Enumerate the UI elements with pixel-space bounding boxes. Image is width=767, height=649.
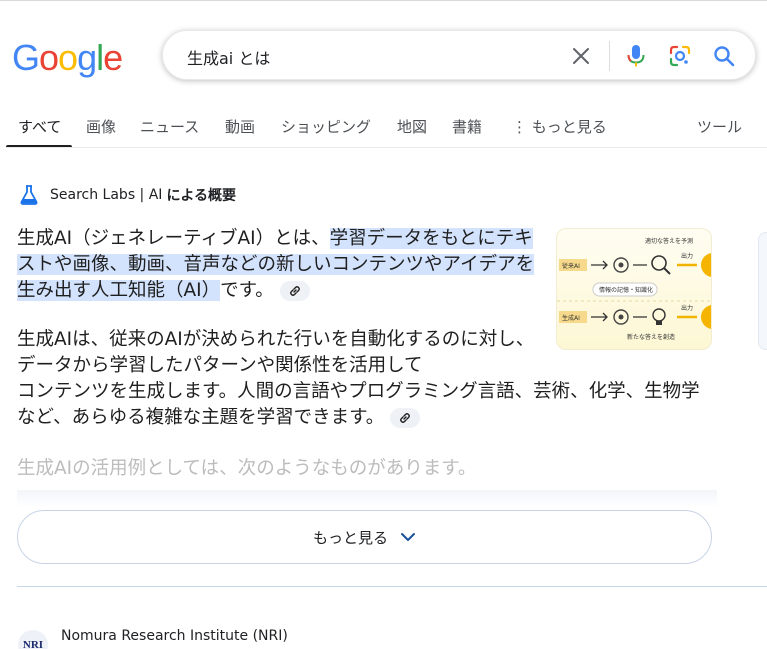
source-link-button[interactable]: [279, 281, 310, 301]
show-more-button[interactable]: もっと見る: [17, 510, 712, 564]
search-tabs: すべて 画像 ニュース 動画 ショッピング 地図 書籍 ⋮ もっと見る ツール: [0, 112, 767, 148]
thumb-arrow: [591, 312, 608, 322]
labs-label: Search Labs | AI: [50, 187, 163, 203]
magnifier-icon: [651, 255, 667, 271]
para2-line1: 生成AIは、従来のAIが決められた行いを自動化するのに対し、データから学習したパ…: [17, 329, 535, 376]
tab-news[interactable]: ニュース: [140, 116, 199, 137]
link-icon: [289, 286, 300, 296]
carousel-next-card[interactable]: [758, 232, 767, 350]
para1-tail: です。: [220, 280, 274, 301]
para2-rest: コンテンツを生成します。人間の言語やプログラミング言語、芸術、化学、生物学など、…: [17, 381, 700, 428]
section-divider: [17, 586, 767, 587]
gear-hub: [618, 262, 624, 268]
source-link-button[interactable]: [390, 408, 421, 428]
tab-videos[interactable]: 動画: [225, 116, 255, 137]
ai-overview-paragraph-3: 生成AIの活用例としては、次のようなものがあります。: [17, 458, 477, 479]
thumb-output-circle: [701, 253, 711, 277]
tab-tools[interactable]: ツール: [697, 116, 742, 137]
search-box[interactable]: 生成ai とは: [162, 30, 756, 80]
chevron-down-icon: [400, 532, 416, 542]
tab-more-label: もっと見る: [531, 118, 607, 136]
lightbulb-icon: [652, 308, 666, 322]
ai-overview-header: Search Labs | AI による概要: [18, 184, 236, 206]
logo-letter: l: [96, 37, 104, 78]
gear-hub: [618, 314, 624, 320]
ai-overview-paragraph-1: 生成AI（ジェネレーティブAI）とは、学習データをもとにテキストや画像、動画、音…: [17, 226, 542, 304]
search-input[interactable]: 生成ai とは: [187, 45, 270, 69]
window-top-border: [0, 0, 767, 1]
show-more-label: もっと見る: [312, 528, 388, 547]
flask-icon: [20, 185, 38, 205]
search-icon[interactable]: [711, 43, 737, 69]
tabs-divider: [6, 147, 767, 148]
content-fade: [17, 490, 717, 508]
thumb-row2-label: 生成AI: [562, 314, 580, 322]
tab-images[interactable]: 画像: [86, 116, 116, 137]
search-divider: [609, 41, 610, 71]
thumb-output-circle: [701, 305, 711, 329]
logo-letter: o: [39, 37, 59, 78]
tab-all[interactable]: すべて: [18, 116, 61, 137]
thumb-arrow: [591, 260, 608, 270]
result-source-name[interactable]: Nomura Research Institute (NRI): [61, 628, 288, 644]
logo-letter: e: [103, 37, 123, 78]
lightbulb-base: [656, 321, 662, 325]
thumb-row1-label: 従来AI: [562, 262, 580, 270]
microphone-icon[interactable]: [623, 43, 649, 69]
thumb-row2-out: 出力: [681, 304, 693, 312]
link-icon: [400, 413, 411, 423]
tab-maps[interactable]: 地図: [397, 116, 427, 137]
more-vert-icon: ⋮: [512, 118, 527, 136]
logo-letter: G: [12, 37, 40, 78]
tab-shopping[interactable]: ショッピング: [281, 116, 371, 137]
para1-text: 生成AI（ジェネレーティブAI）とは、: [17, 228, 330, 249]
thumb-row1-out: 出力: [681, 252, 693, 260]
tab-more[interactable]: ⋮ もっと見る: [512, 116, 607, 137]
google-logo[interactable]: Google: [12, 37, 123, 78]
logo-letter: o: [58, 37, 78, 78]
thumb-middle-label: 情報の記憶・知識化: [599, 286, 653, 294]
magnifier-handle: [663, 267, 671, 275]
result-favicon[interactable]: NRI: [18, 630, 48, 649]
thumb-top-label: 適切な答えを予測: [645, 237, 693, 245]
tab-books[interactable]: 書籍: [452, 116, 482, 137]
ai-overview-paragraph-2: 生成AIは、従来のAIが決められた行いを自動化するのに対し、データから学習したパ…: [17, 327, 717, 431]
google-lens-icon[interactable]: [667, 43, 693, 69]
close-icon[interactable]: [568, 43, 594, 69]
logo-letter: g: [77, 37, 97, 78]
labs-suffix: による概要: [166, 188, 237, 204]
